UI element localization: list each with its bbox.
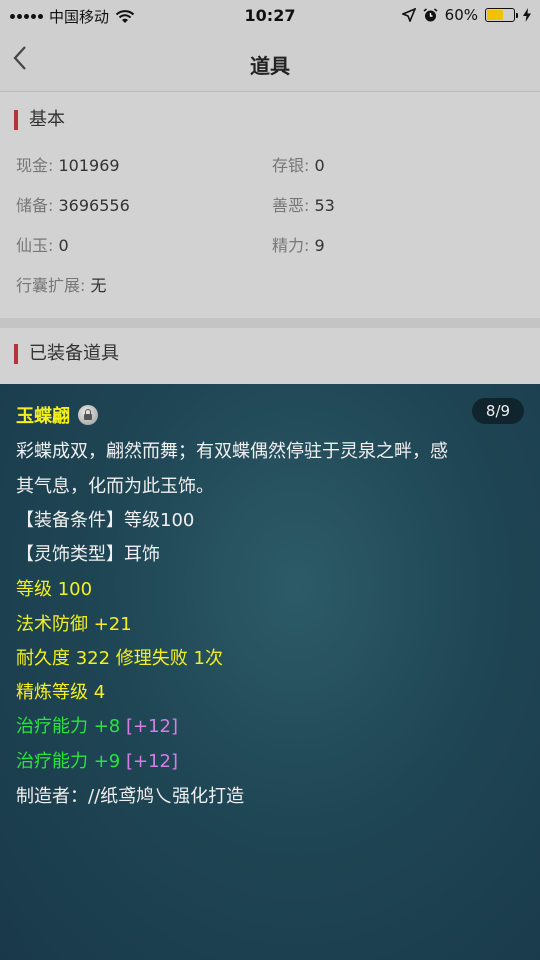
energy-label: 精力: <box>272 236 310 255</box>
bag-expansion-field: 行囊扩展: 无 <box>16 272 107 296</box>
energy-value: 9 <box>314 236 325 255</box>
heal-stat-2: 治疗能力 +9 [+12] <box>16 749 178 775</box>
item-detail-panel[interactable]: 8/9 玉蝶翩 彩蝶成双，翩然而舞；有双蝶偶然停驻于灵泉之畔，感 其气息，化而为… <box>0 384 540 960</box>
accessory-type: 【灵饰类型】耳饰 <box>16 544 160 565</box>
equipped-section-title: 已装备道具 <box>14 344 119 364</box>
savings-value: 0 <box>314 156 325 175</box>
page-title: 道具 <box>250 54 290 78</box>
bag-expansion-value: 无 <box>90 276 107 295</box>
section-divider <box>0 318 540 328</box>
savings-field: 存银: 0 <box>272 152 325 176</box>
charging-bolt-icon <box>523 8 531 22</box>
heal-stat-1-bonus: [+12] <box>126 716 179 737</box>
cash-field: 现金: 101969 <box>16 152 120 176</box>
durability-stat: 耐久度 322 修理失败 1次 <box>16 648 223 669</box>
bag-expansion-label: 行囊扩展: <box>16 276 86 295</box>
status-right: 60% <box>401 6 532 24</box>
battery-icon <box>485 8 518 22</box>
savings-label: 存银: <box>272 156 310 175</box>
heal-stat-2-value: 治疗能力 +9 <box>16 751 121 772</box>
basic-info-card: 基本 现金: 101969 存银: 0 储备: 3696556 善恶: 53 仙… <box>0 92 540 318</box>
magic-defense-stat: 法术防御 +21 <box>16 614 132 635</box>
item-description-line-2: 其气息，化而为此玉饰。 <box>16 476 214 497</box>
jade-field: 仙玉: 0 <box>16 232 69 256</box>
alarm-clock-icon <box>423 7 438 21</box>
cash-label: 现金: <box>16 156 54 175</box>
heal-stat-1: 治疗能力 +8 [+12] <box>16 714 178 740</box>
basic-section-title: 基本 <box>14 110 65 130</box>
reserve-value: 3696556 <box>58 196 130 215</box>
equip-condition: 【装备条件】等级100 <box>16 510 195 531</box>
lock-icon <box>78 405 98 425</box>
refine-level: 精炼等级 4 <box>16 682 106 703</box>
battery-fill <box>487 10 503 20</box>
item-name-row: 玉蝶翩 <box>16 404 98 430</box>
morality-value: 53 <box>314 196 335 215</box>
heal-stat-2-bonus: [+12] <box>126 751 179 772</box>
status-bar: 中国移动 10:27 60% <box>0 0 540 30</box>
location-arrow-icon <box>401 8 416 22</box>
reserve-field: 储备: 3696556 <box>16 192 130 216</box>
morality-field: 善恶: 53 <box>272 192 335 216</box>
item-maker: 制造者：//纸鸢鸠乀强化打造 <box>16 786 245 807</box>
morality-label: 善恶: <box>272 196 310 215</box>
page-indicator: 8/9 <box>472 398 524 424</box>
item-description-line-1: 彩蝶成双，翩然而舞；有双蝶偶然停驻于灵泉之畔，感 <box>16 441 448 462</box>
nav-bar: 道具 <box>0 30 540 92</box>
battery-percent: 60% <box>444 6 478 24</box>
item-level: 等级 100 <box>16 579 93 600</box>
energy-field: 精力: 9 <box>272 232 325 256</box>
reserve-label: 储备: <box>16 196 54 215</box>
cash-value: 101969 <box>58 156 120 175</box>
heal-stat-1-value: 治疗能力 +8 <box>16 716 121 737</box>
item-name: 玉蝶翩 <box>16 406 70 427</box>
jade-value: 0 <box>58 236 69 255</box>
equipped-items-card[interactable]: 已装备道具 <box>0 328 540 388</box>
jade-label: 仙玉: <box>16 236 54 255</box>
